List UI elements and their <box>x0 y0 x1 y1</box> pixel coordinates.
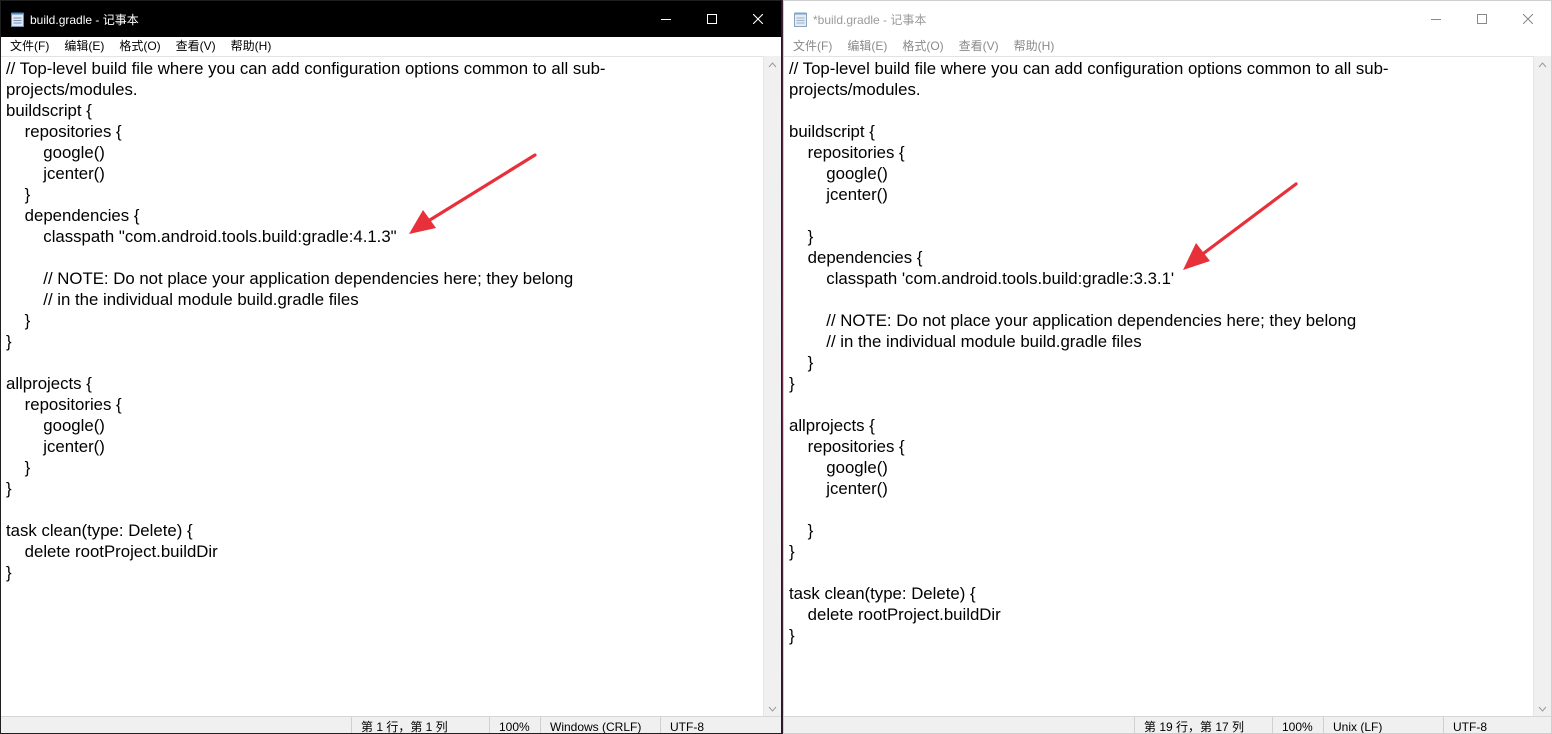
status-zoom: 100% <box>1272 717 1322 733</box>
menu-view[interactable]: 查看(V) <box>168 37 223 55</box>
scroll-up-icon[interactable] <box>1534 56 1551 73</box>
menu-bar: 文件(F) 编辑(E) 格式(O) 查看(V) 帮助(H) <box>784 37 1551 55</box>
close-icon <box>1523 14 1533 24</box>
vertical-scrollbar[interactable] <box>763 56 781 717</box>
menu-view[interactable]: 查看(V) <box>951 37 1006 55</box>
notepad-window-right: *build.gradle - 记事本 文件(F) 编辑(E) 格式(O) 查看… <box>783 0 1552 734</box>
maximize-button[interactable] <box>1459 1 1505 37</box>
menu-file[interactable]: 文件(F) <box>1 37 56 55</box>
minimize-button[interactable] <box>1413 1 1459 37</box>
text-editor[interactable]: // Top-level build file where you can ad… <box>1 56 764 717</box>
scroll-down-icon[interactable] <box>764 700 781 717</box>
maximize-icon <box>1477 14 1487 24</box>
notepad-icon <box>11 12 24 27</box>
maximize-icon <box>707 14 717 24</box>
maximize-button[interactable] <box>689 1 735 37</box>
status-encoding: UTF-8 <box>660 717 781 733</box>
close-button[interactable] <box>735 1 781 37</box>
status-zoom: 100% <box>489 717 539 733</box>
window-title: build.gradle - 记事本 <box>30 12 139 27</box>
editor-content[interactable]: // Top-level build file where you can ad… <box>1 57 764 583</box>
editor-content[interactable]: // Top-level build file where you can ad… <box>784 57 1534 646</box>
menu-edit[interactable]: 编辑(E) <box>56 37 111 55</box>
menu-format[interactable]: 格式(O) <box>894 37 950 55</box>
close-button[interactable] <box>1505 1 1551 37</box>
menu-format[interactable]: 格式(O) <box>111 37 167 55</box>
scroll-up-icon[interactable] <box>764 56 781 73</box>
scroll-down-icon[interactable] <box>1534 700 1551 717</box>
menu-bar: 文件(F) 编辑(E) 格式(O) 查看(V) 帮助(H) <box>1 37 781 55</box>
minimize-button[interactable] <box>643 1 689 37</box>
notepad-window-left: build.gradle - 记事本 文件(F) 编辑(E) 格式(O) 查看(… <box>0 0 782 734</box>
menu-help[interactable]: 帮助(H) <box>223 37 279 55</box>
close-icon <box>753 14 763 24</box>
status-bar: 第 1 行，第 1 列 100% Windows (CRLF) UTF-8 <box>1 716 781 733</box>
menu-help[interactable]: 帮助(H) <box>1006 37 1062 55</box>
window-title: *build.gradle - 记事本 <box>813 12 927 27</box>
title-bar[interactable]: build.gradle - 记事本 <box>1 1 781 37</box>
text-editor[interactable]: // Top-level build file where you can ad… <box>784 56 1534 717</box>
status-encoding: UTF-8 <box>1443 717 1543 733</box>
menu-file[interactable]: 文件(F) <box>784 37 839 55</box>
menu-edit[interactable]: 编辑(E) <box>839 37 894 55</box>
title-bar[interactable]: *build.gradle - 记事本 <box>784 1 1551 37</box>
vertical-scrollbar[interactable] <box>1533 56 1551 717</box>
status-bar: 第 19 行，第 17 列 100% Unix (LF) UTF-8 <box>784 716 1551 733</box>
status-line-ending: Unix (LF) <box>1323 717 1443 733</box>
status-cursor-position: 第 19 行，第 17 列 <box>1134 717 1272 733</box>
minimize-icon <box>1431 19 1441 20</box>
status-line-ending: Windows (CRLF) <box>540 717 660 733</box>
minimize-icon <box>661 19 671 20</box>
notepad-icon <box>794 12 807 27</box>
